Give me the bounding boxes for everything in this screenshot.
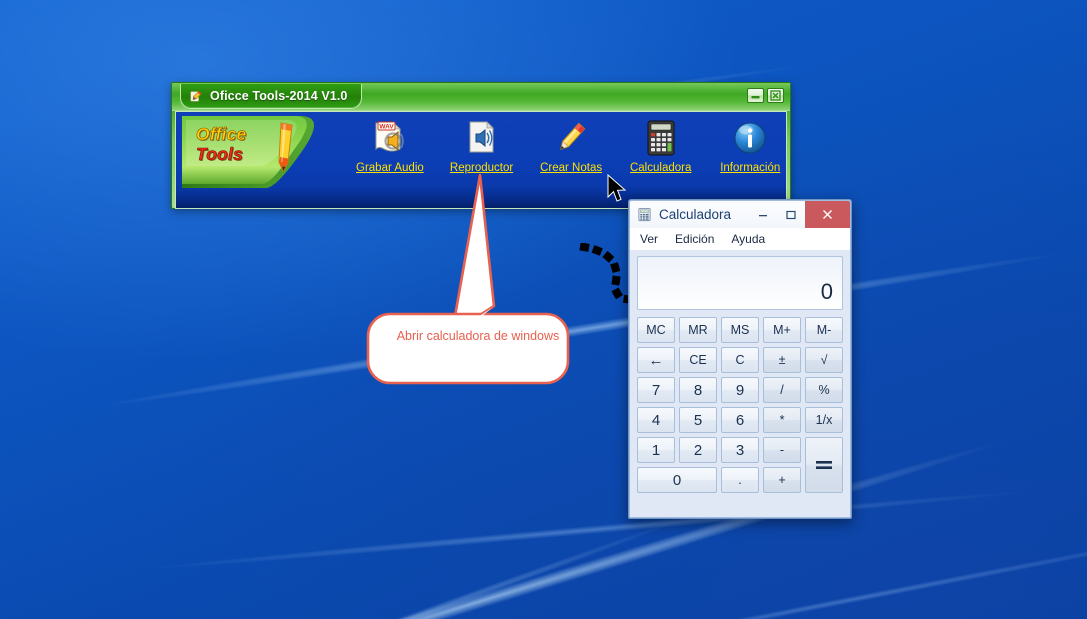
key-2[interactable]: 2 [679,437,717,463]
toolbar-items: WAV Grabar Audio Reproductor Crear Notas… [356,118,782,174]
minimize-icon [759,214,767,216]
maximize-icon [786,210,796,219]
tool-label: Crear Notas [540,162,603,174]
office-tools-window: Oficce Tools-2014 V1.0 Office Tools WAV … [171,82,791,209]
desktop-background: Oficce Tools-2014 V1.0 Office Tools WAV … [0,0,1087,619]
calculator-window: Calculadora Ver Edición Ayuda 0 MC MR MS… [628,199,852,519]
tool-crear-notas[interactable]: Crear Notas [539,118,603,174]
tool-icon-wrap [552,118,590,158]
calculator-menu-bar: Ver Edición Ayuda [630,228,850,250]
close-button[interactable] [805,201,850,228]
calculator-display-value: 0 [820,279,833,304]
key-6[interactable]: 6 [721,407,759,433]
tool-icon-wrap [464,118,500,158]
calculator-small-icon [638,207,651,222]
key-mr[interactable]: MR [679,317,717,343]
office-tools-logo: Office Tools [180,114,330,190]
pencil-icon [278,122,293,173]
menu-item-ayuda[interactable]: Ayuda [731,232,765,246]
key-mc[interactable]: MC [637,317,675,343]
key-9[interactable]: 9 [721,377,759,403]
svg-text:WAV: WAV [379,124,394,131]
key-c[interactable]: C [721,347,759,373]
minimize-button[interactable] [749,201,777,228]
equals-icon [816,461,832,469]
close-button[interactable] [767,88,784,103]
app-window-controls [747,88,784,103]
key-7[interactable]: 7 [637,377,675,403]
tool-grabar-audio[interactable]: WAV Grabar Audio [356,118,424,174]
info-icon [734,122,766,154]
tool-label: Grabar Audio [356,162,424,174]
wallpaper-streak [0,274,1087,619]
app-title-bar: Oficce Tools-2014 V1.0 [172,83,790,111]
key-ce[interactable]: CE [679,347,717,373]
tool-label: Información [720,162,781,174]
key-0[interactable]: 0 [637,467,717,493]
tool-icon-wrap [732,118,768,158]
tool-calculadora[interactable]: Calculadora [629,118,693,174]
key-subtract[interactable]: - [763,437,801,463]
callout-text: Abrir calculadora de windows [396,329,560,343]
minimize-icon [751,96,760,99]
close-icon [770,90,781,101]
key-8[interactable]: 8 [679,377,717,403]
maximize-button[interactable] [777,201,805,228]
calculator-title-text: Calculadora [659,207,732,222]
audio-player-icon [469,121,494,153]
key-equals[interactable] [805,437,843,493]
key-4[interactable]: 4 [637,407,675,433]
tool-label: Reproductor [449,162,514,174]
key-backspace[interactable]: ← [637,347,675,373]
close-icon [823,210,832,219]
key-1[interactable]: 1 [637,437,675,463]
key-sign[interactable]: ± [763,347,801,373]
key-reciprocal[interactable]: 1/x [805,407,843,433]
tool-informacion[interactable]: Información [718,118,782,174]
menu-item-ver[interactable]: Ver [640,232,658,246]
minimize-button[interactable] [747,88,764,103]
pencil-notes-icon [560,122,586,150]
key-sqrt[interactable]: √ [805,347,843,373]
calculator-icon [647,120,675,156]
tool-reproductor[interactable]: Reproductor [450,118,514,174]
key-m-plus[interactable]: M+ [763,317,801,343]
key-add[interactable]: + [763,467,801,493]
calculator-display: 0 [637,256,843,310]
key-ms[interactable]: MS [721,317,759,343]
key-m-minus[interactable]: M- [805,317,843,343]
calculator-body: 0 MC MR MS M+ M- ← CE C ± √ 7 8 9 / % 4 … [630,250,850,517]
app-pencil-icon [190,90,202,102]
key-decimal[interactable]: . [721,467,759,493]
key-3[interactable]: 3 [721,437,759,463]
key-5[interactable]: 5 [679,407,717,433]
tool-icon-wrap: WAV [370,118,410,158]
key-percent[interactable]: % [805,377,843,403]
tool-label: Calculadora [629,162,692,174]
key-divide[interactable]: / [763,377,801,403]
calculator-title-bar: Calculadora [630,201,850,228]
app-title-tab: Oficce Tools-2014 V1.0 [180,84,363,109]
app-toolbar-panel: Office Tools WAV Grabar Audio Reproducto… [175,111,787,209]
app-title-text: Oficce Tools-2014 V1.0 [210,89,348,103]
menu-item-edicion[interactable]: Edición [675,232,714,246]
calculator-window-controls [749,201,850,228]
mouse-pointer [607,174,627,202]
logo-plate-shape [182,116,314,188]
wav-record-icon: WAV [375,121,404,152]
key-multiply[interactable]: * [763,407,801,433]
tool-icon-wrap [644,118,678,158]
calculator-keypad: MC MR MS M+ M- ← CE C ± √ 7 8 9 / % 4 5 … [637,317,843,493]
